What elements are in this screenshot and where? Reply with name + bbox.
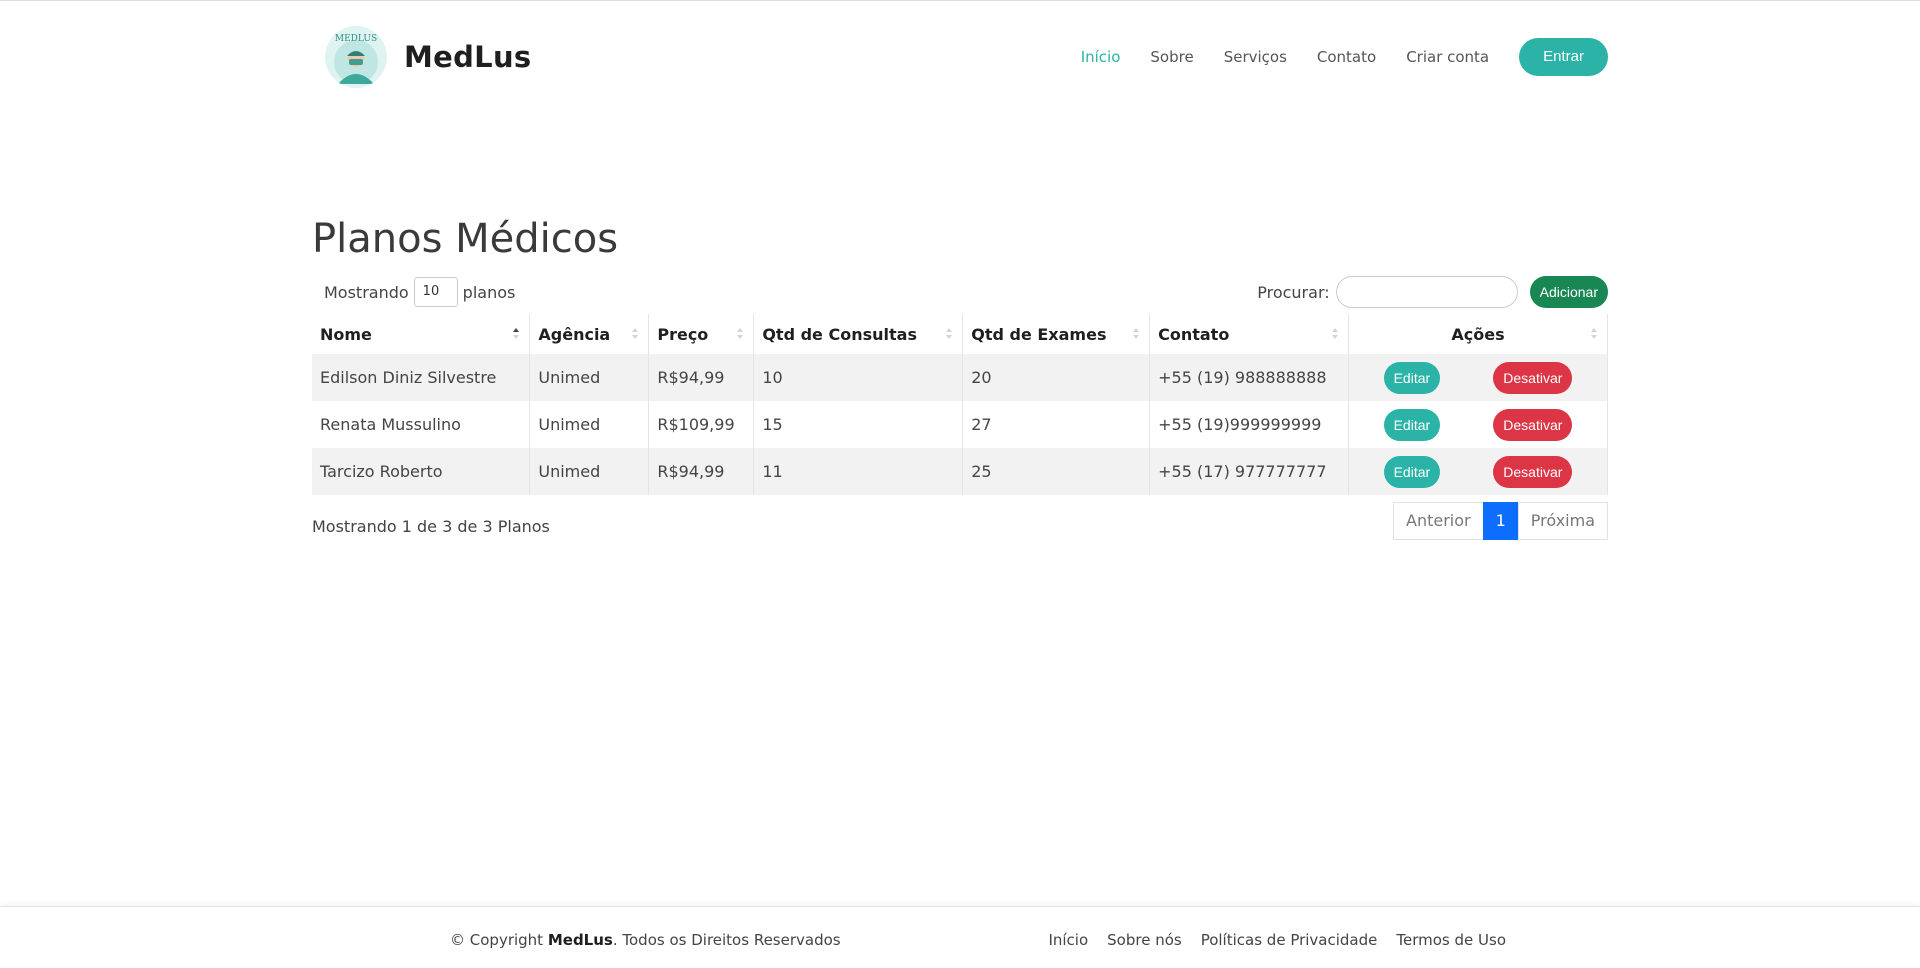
main-nav: Início Sobre Serviços Contato Criar cont…: [1051, 38, 1608, 76]
cell-nome: Renata Mussulino: [320, 415, 461, 434]
cell-nome: Tarcizo Roberto: [320, 462, 443, 481]
cell-consultas: 15: [753, 401, 963, 448]
page-length-select[interactable]: 10: [413, 277, 458, 307]
logo[interactable]: MEDLUS MedLus: [325, 26, 531, 88]
cell-exames: 27: [962, 401, 1150, 448]
footer-links: Início Sobre nós Políticas de Privacidad…: [1029, 931, 1506, 949]
site-footer: © Copyright MedLus. Todos os Direitos Re…: [0, 906, 1920, 968]
sort-icon: [1332, 328, 1339, 340]
search-input[interactable]: [1335, 276, 1518, 308]
table-row: Tarcizo Roberto Unimed R$94,99 11 25 +55…: [312, 448, 1608, 495]
cell-consultas: 10: [753, 354, 963, 401]
sort-asc-icon: [513, 328, 520, 340]
sort-icon: [1133, 328, 1140, 340]
deactivate-button[interactable]: Desativar: [1493, 408, 1573, 441]
footer-link-inicio[interactable]: Início: [1048, 931, 1088, 949]
column-header-nome[interactable]: Nome: [312, 314, 530, 354]
cell-agencia: Unimed: [529, 354, 649, 401]
cell-exames: 20: [962, 354, 1150, 401]
pagination-next[interactable]: Próxima: [1517, 502, 1608, 540]
sort-icon: [632, 328, 639, 340]
search-label: Procurar:: [1257, 282, 1330, 302]
login-button[interactable]: Entrar: [1519, 38, 1608, 76]
edit-button[interactable]: Editar: [1383, 455, 1441, 488]
cell-acoes: Editar Desativar: [1348, 354, 1608, 401]
cell-agencia: Unimed: [529, 448, 649, 495]
copyright-rights: . Todos os Direitos Reservados: [612, 931, 841, 949]
brand-name[interactable]: MedLus: [404, 40, 531, 74]
cell-acoes: Editar Desativar: [1348, 401, 1608, 448]
length-prefix: Mostrando: [324, 282, 409, 302]
logo-icon: MEDLUS: [325, 26, 387, 88]
svg-text:MEDLUS: MEDLUS: [335, 34, 377, 44]
column-header-preco[interactable]: Preço: [648, 314, 754, 354]
cell-contato: +55 (17) 977777777: [1149, 448, 1349, 495]
nav-contato[interactable]: Contato: [1317, 48, 1376, 66]
nav-sobre[interactable]: Sobre: [1150, 48, 1193, 66]
column-header-consultas[interactable]: Qtd de Consultas: [753, 314, 963, 354]
plans-table: Nome Agência Preço Qtd de Consultas Qtd …: [312, 314, 1608, 495]
table-info: Mostrando 1 de 3 de 3 Planos: [312, 517, 550, 536]
cell-nome: Edilson Diniz Silvestre: [320, 368, 497, 387]
copyright: © Copyright MedLus. Todos os Direitos Re…: [450, 931, 841, 949]
nav-criar-conta[interactable]: Criar conta: [1406, 48, 1489, 66]
cell-preco: R$109,99: [648, 401, 754, 448]
column-header-agencia[interactable]: Agência: [529, 314, 649, 354]
cell-contato: +55 (19) 988888888: [1149, 354, 1349, 401]
footer-link-sobre-nos[interactable]: Sobre nós: [1107, 931, 1182, 949]
page-title: Planos Médicos: [312, 216, 619, 262]
cell-preco: R$94,99: [648, 448, 754, 495]
cell-exames: 25: [962, 448, 1150, 495]
cell-agencia: Unimed: [529, 401, 649, 448]
footer-link-privacidade[interactable]: Políticas de Privacidade: [1201, 931, 1378, 949]
cell-contato: +55 (19)999999999: [1149, 401, 1349, 448]
edit-button[interactable]: Editar: [1383, 408, 1441, 441]
table-header-row: Nome Agência Preço Qtd de Consultas Qtd …: [312, 314, 1608, 354]
length-suffix: planos: [462, 282, 516, 302]
sort-icon: [737, 328, 744, 340]
footer-link-termos[interactable]: Termos de Uso: [1396, 931, 1506, 949]
column-header-acoes[interactable]: Ações: [1348, 314, 1608, 354]
pagination-previous[interactable]: Anterior: [1393, 502, 1484, 540]
edit-button[interactable]: Editar: [1383, 361, 1441, 394]
deactivate-button[interactable]: Desativar: [1493, 361, 1573, 394]
column-header-contato[interactable]: Contato: [1149, 314, 1349, 354]
page-length-control: Mostrando 10 planos: [324, 277, 515, 307]
nav-servicos[interactable]: Serviços: [1224, 48, 1287, 66]
sort-icon: [1591, 328, 1597, 340]
site-header: MEDLUS MedLus Início Sobre Serviços Cont…: [312, 0, 1608, 116]
nav-inicio[interactable]: Início: [1081, 48, 1121, 66]
pagination-page-current[interactable]: 1: [1482, 502, 1519, 540]
copyright-prefix: © Copyright: [450, 931, 544, 949]
add-button[interactable]: Adicionar: [1529, 276, 1608, 308]
column-header-exames[interactable]: Qtd de Exames: [962, 314, 1150, 354]
search-control: Procurar: Adicionar: [1257, 276, 1608, 308]
cell-consultas: 11: [753, 448, 963, 495]
table-row: Edilson Diniz Silvestre Unimed R$94,99 1…: [312, 354, 1608, 401]
footer-brand: MedLus: [547, 931, 613, 949]
deactivate-button[interactable]: Desativar: [1493, 455, 1573, 488]
sort-icon: [946, 328, 953, 340]
pagination: Anterior 1 Próxima: [1393, 502, 1608, 540]
cell-preco: R$94,99: [648, 354, 754, 401]
cell-acoes: Editar Desativar: [1348, 448, 1608, 495]
table-row: Renata Mussulino Unimed R$109,99 15 27 +…: [312, 401, 1608, 448]
